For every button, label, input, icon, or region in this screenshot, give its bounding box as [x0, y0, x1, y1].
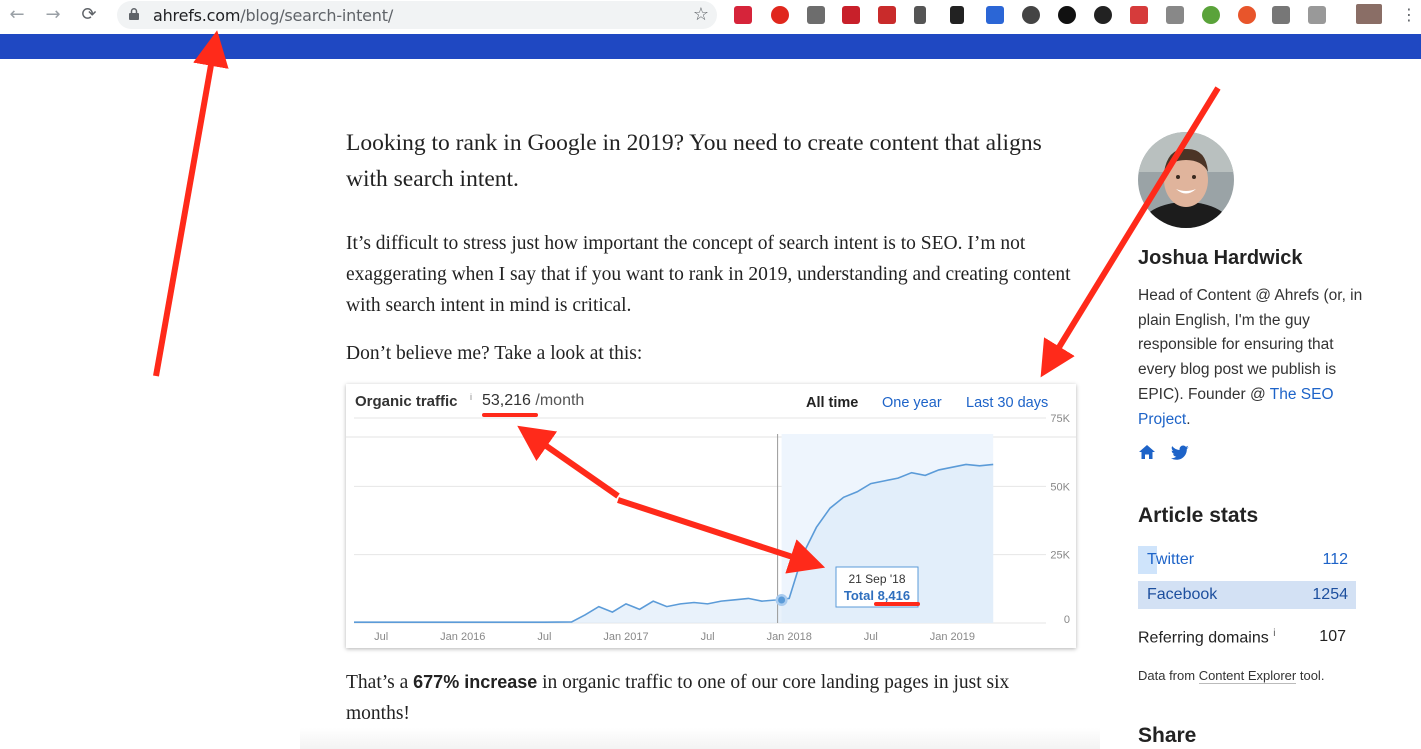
- annotation-arrow: [153, 30, 229, 377]
- y-tick-label: 0: [1064, 614, 1070, 626]
- extension-icon[interactable]: [914, 6, 926, 24]
- x-tick-label: Jan 2018: [767, 631, 812, 643]
- article-paragraph: Don’t believe me? Take a look at this:: [346, 343, 643, 364]
- y-tick-label: 25K: [1050, 550, 1070, 562]
- x-tick-label: Jan 2019: [930, 631, 975, 643]
- extension-icon[interactable]: [1058, 6, 1076, 24]
- extension-icon[interactable]: [1094, 6, 1112, 24]
- back-icon[interactable]: ←: [4, 3, 30, 27]
- x-tick-label: Jul: [864, 631, 878, 643]
- tooltip-total: Total 8,416: [844, 588, 910, 603]
- profile-avatar[interactable]: [1356, 4, 1382, 24]
- x-tick-label: Jul: [537, 631, 551, 643]
- extension-icon[interactable]: [1272, 6, 1290, 24]
- content-explorer-link[interactable]: Content Explorer: [1198, 668, 1297, 684]
- url-text: ahrefs.com/blog/search-intent/: [153, 6, 394, 25]
- referring-domains-label: Referring domains: [1138, 629, 1269, 647]
- extension-icon[interactable]: [1022, 6, 1040, 24]
- facebook-stat-count: 1254: [1312, 586, 1348, 603]
- extension-icon[interactable]: [842, 6, 860, 24]
- bookmark-star-icon[interactable]: ☆: [693, 4, 709, 25]
- extension-icon[interactable]: [1238, 6, 1256, 24]
- camera-icon[interactable]: [1166, 6, 1184, 24]
- article-paragraph: It’s difficult to stress just how import…: [346, 233, 1071, 316]
- x-tick-label: Jul: [374, 631, 388, 643]
- tooltip-date: 21 Sep '18: [848, 572, 905, 586]
- x-tick-label: Jan 2016: [440, 631, 485, 643]
- extension-icon[interactable]: [1130, 6, 1148, 24]
- home-icon[interactable]: [1138, 444, 1156, 460]
- lock-icon: [129, 8, 139, 20]
- article-lead: Looking to rank in Google in 2019? You n…: [346, 130, 1042, 192]
- twitter-stat[interactable]: Twitter 112: [1138, 546, 1356, 574]
- twitter-stat-label: Twitter: [1147, 551, 1195, 568]
- author-bio: Head of Content @ Ahrefs (or, in plain E…: [1138, 287, 1363, 428]
- site-header-bar: [0, 34, 1421, 59]
- extension-icon[interactable]: [807, 6, 825, 24]
- extension-icon[interactable]: [950, 6, 964, 24]
- referring-domains-stat: Referring domains i 107: [1138, 628, 1356, 647]
- article-stats-heading: Article stats: [1138, 504, 1259, 527]
- data-source-note: Data from Content Explorer tool.: [1138, 668, 1325, 684]
- twitter-stat-count: 112: [1322, 551, 1348, 568]
- share-heading: Share: [1138, 724, 1197, 747]
- y-tick-label: 50K: [1050, 481, 1070, 493]
- extension-icon[interactable]: [734, 6, 752, 24]
- extension-icon[interactable]: [771, 6, 789, 24]
- facebook-stat[interactable]: Facebook 1254: [1138, 581, 1356, 609]
- y-tick-label: 75K: [1050, 413, 1070, 425]
- extension-icon[interactable]: [1202, 6, 1220, 24]
- author-avatar: [1138, 132, 1234, 228]
- bottom-fade: [300, 728, 1100, 749]
- x-tick-label: Jan 2017: [603, 631, 648, 643]
- organic-traffic-chart: Organic traffic i 53,216 /month All time…: [346, 384, 1076, 648]
- forward-icon[interactable]: →: [40, 3, 66, 27]
- twitter-icon[interactable]: [1171, 445, 1189, 461]
- article-paragraph: That’s a 677% increase in organic traffi…: [346, 672, 1010, 724]
- x-tick-label: Jul: [701, 631, 715, 643]
- browser-toolbar: ← → ⟳ ahrefs.com/blog/search-intent/ ☆ ⋮: [0, 0, 1421, 32]
- info-icon: i: [1273, 628, 1276, 639]
- data-point: [778, 596, 786, 604]
- reload-icon[interactable]: ⟳: [76, 3, 102, 27]
- extension-icon[interactable]: [1308, 6, 1326, 24]
- referring-domains-count: 107: [1319, 628, 1346, 645]
- author-name: Joshua Hardwick: [1138, 247, 1303, 269]
- extension-icon[interactable]: [878, 6, 896, 24]
- address-bar[interactable]: ahrefs.com/blog/search-intent/ ☆: [117, 1, 717, 29]
- facebook-stat-label: Facebook: [1147, 586, 1218, 603]
- extension-icon[interactable]: [986, 6, 1004, 24]
- menu-icon[interactable]: ⋮: [1396, 3, 1421, 27]
- chart-plot: 75K 50K 25K 0 Jul Jan 2016 Jul Jan 2017 Jul Jan 2…: [346, 413, 1076, 643]
